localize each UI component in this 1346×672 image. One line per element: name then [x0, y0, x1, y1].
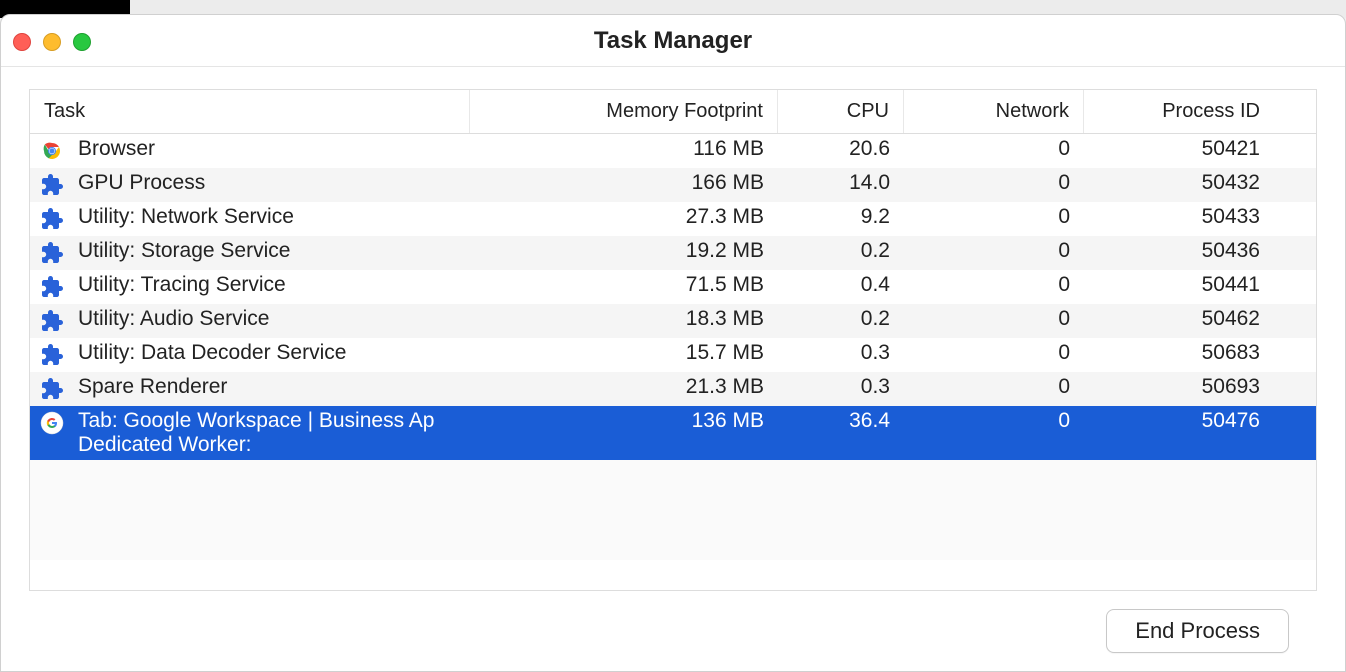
cell-memory: 18.3 MB [470, 304, 778, 334]
cell-task: Utility: Network Service [30, 202, 470, 236]
cell-cpu: 0.2 [778, 304, 904, 334]
table-header-row: Task Memory Footprint CPU Network Proces… [30, 90, 1316, 134]
chrome-icon [40, 139, 66, 163]
column-header-task[interactable]: Task [30, 90, 470, 133]
cell-pid: 50432 [1084, 168, 1274, 198]
cell-pid: 50441 [1084, 270, 1274, 300]
cell-memory: 15.7 MB [470, 338, 778, 368]
cell-network: 0 [904, 304, 1084, 334]
process-table: Task Memory Footprint CPU Network Proces… [29, 89, 1317, 591]
cell-network: 0 [904, 270, 1084, 300]
zoom-window-button[interactable] [73, 33, 91, 51]
cell-network: 0 [904, 168, 1084, 198]
table-row[interactable]: Browser 116 MB20.6050421 [30, 134, 1316, 168]
cell-network: 0 [904, 134, 1084, 164]
cell-task: Utility: Data Decoder Service [30, 338, 470, 372]
footer: End Process [29, 591, 1317, 653]
table-row[interactable]: Spare Renderer 21.3 MB0.3050693 [30, 372, 1316, 406]
minimize-window-button[interactable] [43, 33, 61, 51]
task-name: Browser [78, 137, 456, 161]
table-row[interactable]: Tab: Google Workspace | Business ApDedic… [30, 406, 1316, 460]
cell-memory: 19.2 MB [470, 236, 778, 266]
cell-task: GPU Process [30, 168, 470, 202]
cell-network: 0 [904, 372, 1084, 402]
cell-memory: 21.3 MB [470, 372, 778, 402]
table-row[interactable]: Utility: Data Decoder Service 15.7 MB0.30… [30, 338, 1316, 372]
cell-task: Browser [30, 134, 470, 168]
cell-pid: 50683 [1084, 338, 1274, 368]
content-area: Task Memory Footprint CPU Network Proces… [1, 67, 1345, 671]
task-name: Spare Renderer [78, 375, 456, 399]
task-name: Utility: Audio Service [78, 307, 456, 331]
cell-cpu: 14.0 [778, 168, 904, 198]
cell-network: 0 [904, 202, 1084, 232]
task-name: Utility: Network Service [78, 205, 456, 229]
cell-cpu: 9.2 [778, 202, 904, 232]
cell-memory: 71.5 MB [470, 270, 778, 300]
end-process-button[interactable]: End Process [1106, 609, 1289, 653]
cell-memory: 27.3 MB [470, 202, 778, 232]
task-name: Utility: Data Decoder Service [78, 341, 456, 365]
task-name: GPU Process [78, 171, 456, 195]
cell-pid: 50462 [1084, 304, 1274, 334]
window-title: Task Manager [594, 27, 752, 55]
google-icon [40, 411, 66, 435]
cell-task: Utility: Tracing Service [30, 270, 470, 304]
cell-task: Tab: Google Workspace | Business ApDedic… [30, 406, 470, 460]
cell-pid: 50421 [1084, 134, 1274, 164]
cell-memory: 166 MB [470, 168, 778, 198]
table-row[interactable]: Utility: Audio Service 18.3 MB0.2050462 [30, 304, 1316, 338]
task-name: Utility: Tracing Service [78, 273, 456, 297]
extension-icon [40, 241, 66, 265]
table-row[interactable]: GPU Process 166 MB14.0050432 [30, 168, 1316, 202]
column-header-pid[interactable]: Process ID [1084, 90, 1274, 133]
cell-cpu: 36.4 [778, 406, 904, 436]
close-window-button[interactable] [13, 33, 31, 51]
cell-cpu: 0.2 [778, 236, 904, 266]
extension-icon [40, 309, 66, 333]
cell-cpu: 20.6 [778, 134, 904, 164]
cell-pid: 50693 [1084, 372, 1274, 402]
extension-icon [40, 173, 66, 197]
cell-cpu: 0.3 [778, 372, 904, 402]
table-empty-area [30, 460, 1316, 560]
cell-pid: 50476 [1084, 406, 1274, 436]
extension-icon [40, 207, 66, 231]
extension-icon [40, 275, 66, 299]
cell-network: 0 [904, 338, 1084, 368]
column-header-memory[interactable]: Memory Footprint [470, 90, 778, 133]
table-row[interactable]: Utility: Storage Service 19.2 MB0.2050436 [30, 236, 1316, 270]
table-body: Browser116 MB20.6050421 GPU Process166 M… [30, 134, 1316, 590]
window-controls [13, 33, 91, 51]
cell-memory: 116 MB [470, 134, 778, 164]
column-header-cpu[interactable]: CPU [778, 90, 904, 133]
extension-icon [40, 343, 66, 367]
cell-task: Spare Renderer [30, 372, 470, 406]
table-row[interactable]: Utility: Tracing Service 71.5 MB0.4050441 [30, 270, 1316, 304]
table-row[interactable]: Utility: Network Service 27.3 MB9.2050433 [30, 202, 1316, 236]
cell-cpu: 0.4 [778, 270, 904, 300]
cell-network: 0 [904, 236, 1084, 266]
cell-pid: 50436 [1084, 236, 1274, 266]
task-name: Tab: Google Workspace | Business Ap [78, 409, 456, 433]
cell-task: Utility: Audio Service [30, 304, 470, 338]
cell-cpu: 0.3 [778, 338, 904, 368]
titlebar[interactable]: Task Manager [1, 15, 1345, 67]
cell-network: 0 [904, 406, 1084, 436]
task-subline: Dedicated Worker: [78, 433, 456, 457]
task-manager-window: Task Manager Task Memory Footprint CPU N… [0, 14, 1346, 672]
cell-task: Utility: Storage Service [30, 236, 470, 270]
column-header-network[interactable]: Network [904, 90, 1084, 133]
extension-icon [40, 377, 66, 401]
task-name: Utility: Storage Service [78, 239, 456, 263]
cell-memory: 136 MB [470, 406, 778, 436]
cell-pid: 50433 [1084, 202, 1274, 232]
